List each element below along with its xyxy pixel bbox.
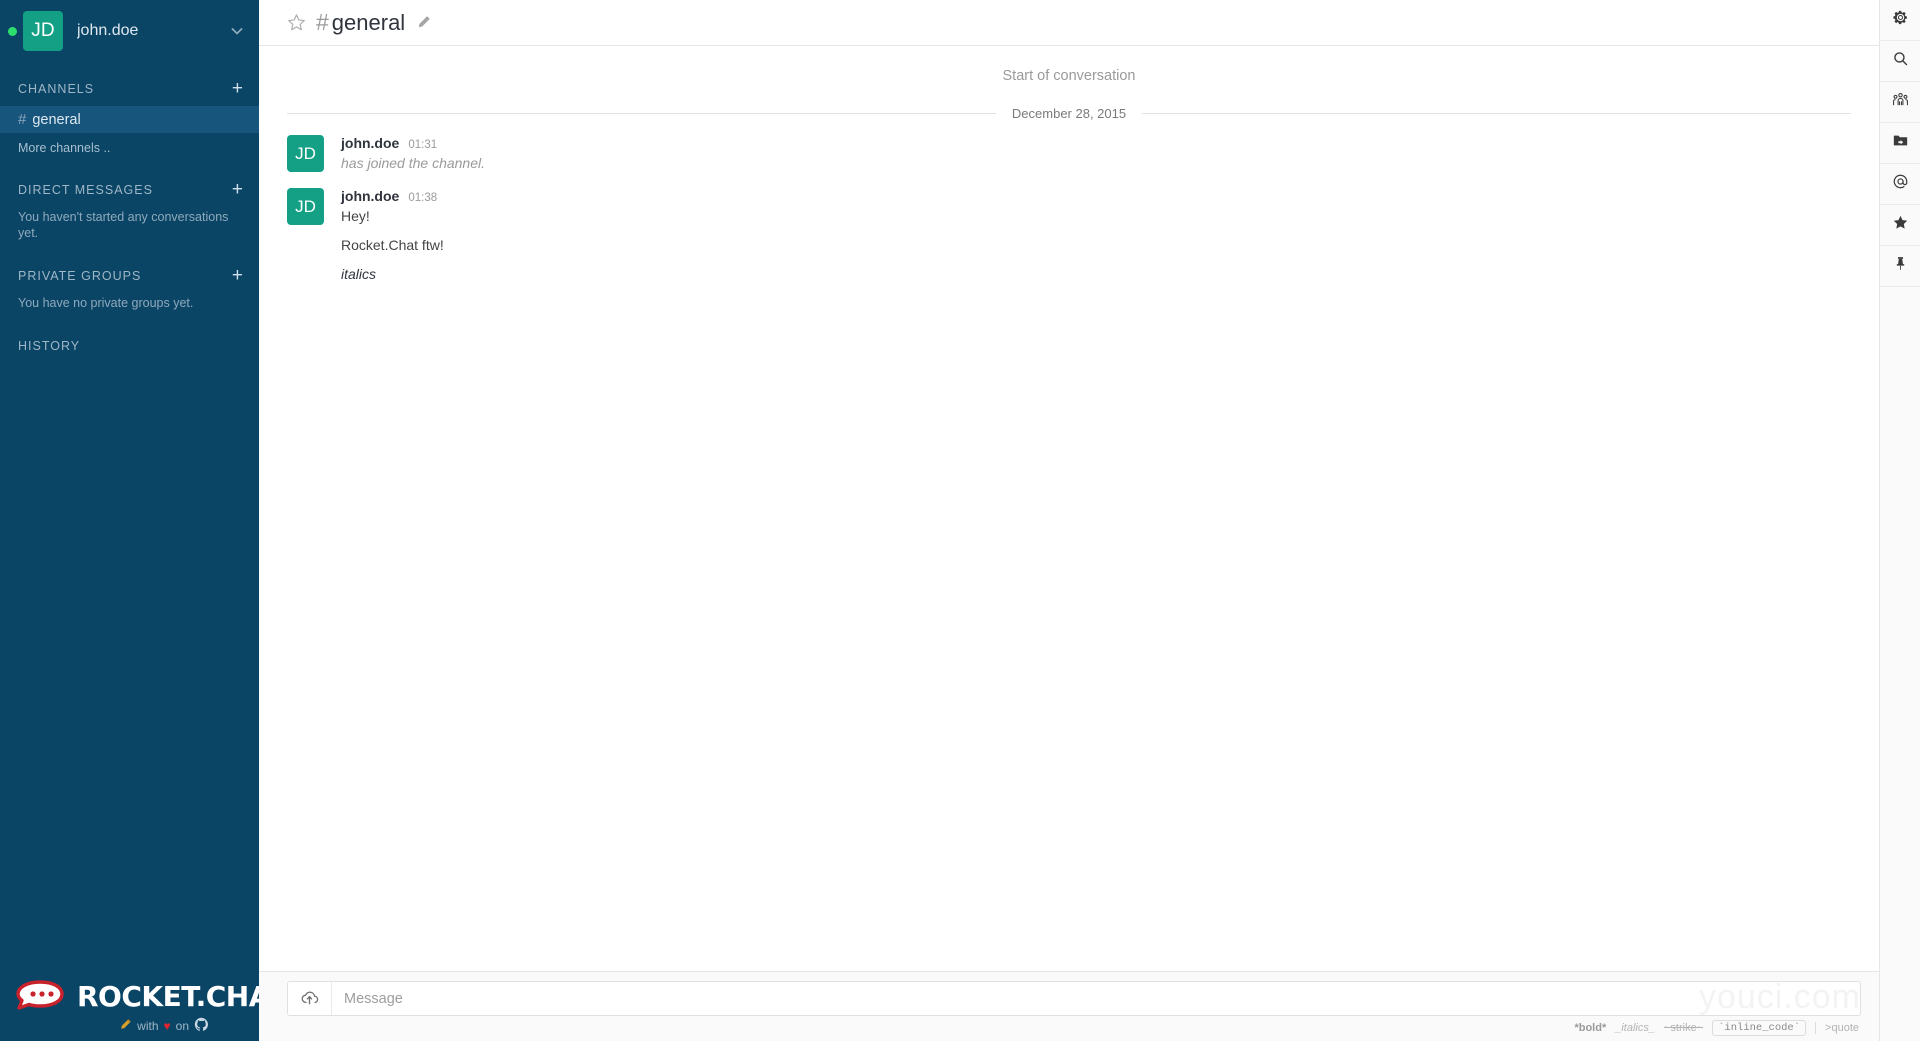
- status-dot-online: [8, 26, 17, 36]
- chevron-down-icon[interactable]: [229, 23, 245, 39]
- message-username[interactable]: john.doe: [341, 135, 399, 151]
- message-body: john.doe 01:31 has joined the channel.: [341, 135, 1851, 174]
- rocketchat-app: JD john.doe CHANNELS + # general More ch…: [0, 0, 1920, 1041]
- rocket-chat-bubble-icon: [12, 977, 68, 1016]
- hint-separator: [1815, 1022, 1817, 1034]
- hint-inline-code: `inline_code`: [1712, 1020, 1807, 1036]
- divider-rule-right: [1142, 113, 1851, 114]
- message-input[interactable]: [332, 982, 1860, 1015]
- message-username[interactable]: john.doe: [341, 188, 399, 204]
- section-history: HISTORY: [0, 333, 259, 359]
- direct-messages-empty-note: You haven't started any conversations ye…: [18, 210, 229, 240]
- section-title: HISTORY: [18, 339, 81, 353]
- sidebar: JD john.doe CHANNELS + # general More ch…: [0, 0, 287, 1041]
- section-title: CHANNELS: [18, 82, 95, 96]
- account-username: john.doe: [77, 22, 139, 39]
- search-icon: [1892, 50, 1909, 72]
- starred-messages-button[interactable]: [1879, 205, 1920, 246]
- page-title: general: [331, 9, 406, 35]
- composer-row: [287, 981, 1861, 1016]
- message-timestamp: 01:31: [408, 139, 438, 151]
- avatar: JD: [287, 135, 324, 172]
- folder-share-icon: [1892, 132, 1909, 154]
- pin-icon: [1892, 255, 1909, 277]
- section-private-groups: PRIVATE GROUPS + You have no private gro…: [0, 263, 259, 311]
- more-channels-link[interactable]: More channels ..: [0, 133, 259, 155]
- sidebar-item-general[interactable]: # general: [0, 106, 259, 133]
- message-text: Hey!: [341, 208, 370, 224]
- message-header: john.doe 01:38: [341, 188, 1851, 204]
- pencil-icon: [119, 1018, 132, 1034]
- account-box[interactable]: JD john.doe: [0, 0, 259, 62]
- github-icon[interactable]: [194, 1017, 209, 1035]
- formatting-hints: *bold* _italics_ ~strike~ `inline_code` …: [287, 1016, 1861, 1039]
- hint-strike: ~strike~: [1663, 1022, 1704, 1034]
- tagline-on: on: [175, 1018, 189, 1033]
- section-header-private-groups: PRIVATE GROUPS +: [0, 263, 259, 289]
- message-text: italics: [341, 266, 377, 282]
- section-header-history: HISTORY: [0, 333, 259, 359]
- add-channel-button[interactable]: +: [230, 79, 245, 98]
- heart-icon: ♥: [163, 1018, 171, 1033]
- add-direct-message-button[interactable]: +: [230, 180, 245, 199]
- hash-icon: #: [316, 9, 329, 35]
- star-outline-icon[interactable]: [287, 13, 306, 32]
- cloud-upload-icon[interactable]: [288, 982, 332, 1015]
- message-text: has joined the channel.: [341, 155, 485, 171]
- start-of-conversation: Start of conversation: [1002, 68, 1136, 84]
- hash-icon: #: [18, 111, 27, 128]
- sidebar-item-label: general: [32, 111, 81, 128]
- room-list: CHANNELS + # general More channels .. DI…: [0, 62, 259, 970]
- sidebar-footer-logo: ROCKET.CHAT with ♥ on: [0, 970, 287, 1041]
- hint-italics: _italics_: [1615, 1022, 1655, 1034]
- message-timestamp: 01:38: [408, 192, 438, 204]
- message-composer: *bold* _italics_ ~strike~ `inline_code` …: [259, 971, 1879, 1041]
- pinned-messages-button[interactable]: [1879, 246, 1920, 287]
- divider-rule-left: [287, 113, 996, 114]
- channel-header: # general: [259, 0, 1879, 46]
- message-item[interactable]: JD john.doe 01:38 Hey! Rocket.Chat ftw! …: [259, 174, 1879, 285]
- main-content: # general Start of conversation December…: [259, 0, 1879, 1041]
- brand-name: ROCKET.CHAT: [77, 979, 287, 1013]
- right-toolbar: [1879, 0, 1920, 1041]
- add-private-group-button[interactable]: +: [230, 266, 245, 285]
- message-body: john.doe 01:38 Hey! Rocket.Chat ftw! ita…: [341, 188, 1851, 285]
- section-header-direct-messages: DIRECT MESSAGES +: [0, 177, 259, 203]
- users-icon: [1892, 91, 1909, 113]
- avatar: JD: [287, 188, 324, 225]
- hint-quote: >quote: [1825, 1022, 1859, 1034]
- date-divider: December 28, 2015: [259, 84, 1879, 121]
- divider-date-label: December 28, 2015: [1011, 106, 1127, 121]
- message-list[interactable]: Start of conversation December 28, 2015 …: [259, 46, 1879, 971]
- section-title: DIRECT MESSAGES: [18, 183, 153, 197]
- star-icon: [1892, 214, 1909, 236]
- section-title: PRIVATE GROUPS: [18, 269, 142, 283]
- message-header: john.doe 01:31: [341, 135, 1851, 151]
- section-channels: CHANNELS + # general More channels ..: [0, 76, 259, 155]
- admin-settings-button[interactable]: [1879, 0, 1920, 41]
- members-list-button[interactable]: [1879, 82, 1920, 123]
- message-item[interactable]: JD john.doe 01:31 has joined the channel…: [259, 121, 1879, 174]
- search-messages-button[interactable]: [1879, 41, 1920, 82]
- section-header-channels: CHANNELS +: [0, 76, 259, 102]
- private-groups-empty-note: You have no private groups yet.: [18, 296, 194, 310]
- at-sign-icon: [1892, 173, 1909, 195]
- gear-icon: [1892, 9, 1909, 31]
- uploaded-files-button[interactable]: [1879, 123, 1920, 164]
- hint-bold: *bold*: [1574, 1022, 1607, 1034]
- tagline-with: with: [137, 1018, 159, 1033]
- brand-tagline: with ♥ on: [12, 1017, 259, 1035]
- mentions-button[interactable]: [1879, 164, 1920, 205]
- brand-logo: ROCKET.CHAT: [12, 977, 287, 1016]
- pencil-icon[interactable]: [416, 15, 431, 30]
- avatar: JD: [23, 11, 63, 51]
- section-direct-messages: DIRECT MESSAGES + You haven't started an…: [0, 177, 259, 241]
- message-text: Rocket.Chat ftw!: [341, 237, 444, 253]
